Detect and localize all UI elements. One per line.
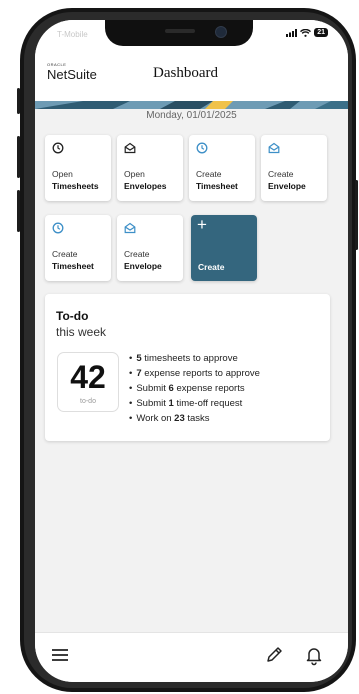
tile-action-label: Create — [196, 169, 222, 179]
header-decoration — [35, 101, 348, 109]
tile-object-label: Envelope — [124, 261, 162, 271]
clock-icon — [52, 142, 64, 154]
page-title: Dashboard — [153, 65, 218, 81]
tile-action-label: Create — [124, 249, 150, 259]
envelope-icon — [268, 142, 280, 154]
speaker-grille — [165, 29, 195, 33]
tile-object-label: Envelope — [268, 181, 306, 191]
carrier-label: T-Mobile — [57, 30, 88, 39]
pencil-icon[interactable] — [263, 644, 285, 666]
create-timesheet-tile-2[interactable]: Create Timesheet — [45, 215, 111, 281]
create-tile[interactable]: + Create — [191, 215, 257, 281]
todo-count: 42 — [70, 359, 106, 395]
menu-icon[interactable] — [49, 644, 71, 666]
create-envelope-tile-2[interactable]: Create Envelope — [117, 215, 183, 281]
date-label: Monday, 01/01/2025 — [146, 110, 237, 121]
tile-object-label: Timesheet — [52, 261, 94, 271]
status-bar: T-Mobile 21 — [35, 20, 348, 60]
app-header: ORACLE NetSuite Dashboard — [35, 60, 348, 109]
clock-icon — [196, 142, 208, 154]
create-envelope-tile[interactable]: Create Envelope — [261, 135, 327, 201]
todo-count-badge: 42 to-do — [57, 352, 119, 412]
open-envelopes-tile[interactable]: Open Envelopes — [117, 135, 183, 201]
todo-item: Submit 6 expense reports — [129, 381, 260, 396]
tile-action-label: Open — [124, 169, 145, 179]
tile-object-label: Create — [198, 262, 225, 272]
todo-item: Work on 23 tasks — [129, 411, 260, 426]
tile-object-label: Timesheets — [52, 181, 99, 191]
tile-object-label: Envelopes — [124, 181, 167, 191]
todo-card[interactable]: To-do this week 42 to-do 5 timesheets to… — [45, 294, 330, 441]
volume-down-button — [17, 190, 20, 232]
todo-item: 5 timesheets to approve — [129, 351, 260, 366]
create-timesheet-tile[interactable]: Create Timesheet — [189, 135, 255, 201]
todo-list: 5 timesheets to approve 7 expense report… — [129, 351, 260, 426]
todo-subtitle: this week — [56, 325, 107, 339]
tile-object-label: Timesheet — [196, 181, 238, 191]
clock-icon — [52, 222, 64, 234]
netsuite-logo[interactable]: NetSuite — [47, 67, 97, 82]
bell-icon[interactable] — [303, 644, 325, 666]
battery-level: 21 — [314, 28, 328, 37]
mute-switch — [17, 88, 20, 114]
power-button — [355, 180, 358, 250]
tile-action-label: Create — [268, 169, 294, 179]
wifi-icon — [300, 28, 312, 37]
tile-action-label: Open — [52, 169, 73, 179]
todo-count-label: to-do — [80, 398, 96, 405]
tile-action-label: Create — [52, 249, 78, 259]
front-camera — [215, 26, 227, 38]
app-screen: T-Mobile 21 ORACLE NetSuite Dashboard Mo… — [35, 20, 348, 682]
notch — [105, 20, 253, 46]
envelope-icon — [124, 222, 136, 234]
open-timesheets-tile[interactable]: Open Timesheets — [45, 135, 111, 201]
volume-up-button — [17, 136, 20, 178]
todo-title: To-do — [56, 309, 89, 323]
bottom-toolbar — [35, 632, 348, 682]
plus-icon: + — [197, 215, 207, 234]
todo-item: Submit 1 time-off request — [129, 396, 260, 411]
signal-icon — [286, 28, 298, 37]
todo-item: 7 expense reports to approve — [129, 366, 260, 381]
status-icons: 21 — [286, 28, 328, 37]
envelope-icon — [124, 142, 136, 154]
